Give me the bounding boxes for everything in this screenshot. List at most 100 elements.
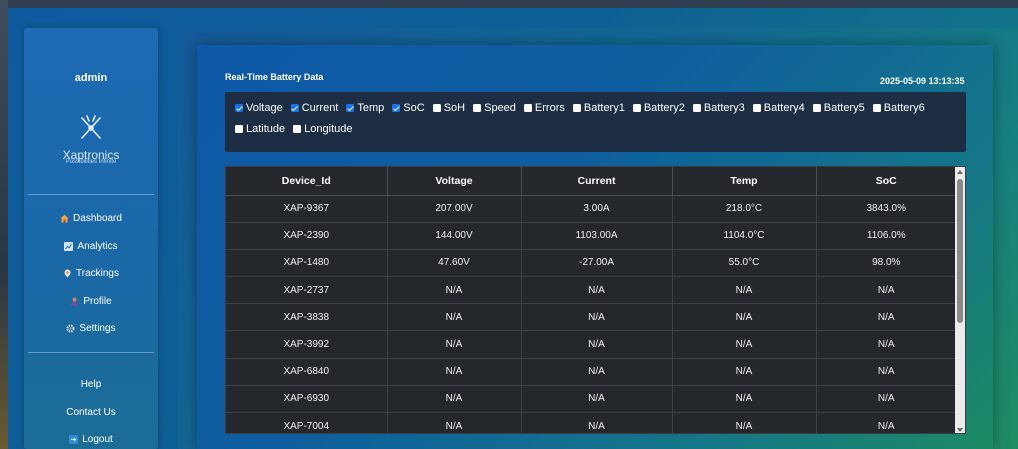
- sidebar: admin Xaptronics Possibilities Infinite …: [24, 28, 158, 449]
- sidebar-item-trackings[interactable]: Trackings: [24, 260, 158, 288]
- filter-checkbox-soc[interactable]: SoC: [392, 102, 425, 114]
- checkbox-unchecked-icon[interactable]: [872, 104, 881, 112]
- table-cell-temp: 218.0°C: [672, 195, 817, 223]
- checkbox-unchecked-icon[interactable]: [293, 125, 302, 133]
- table-cell-temp: N/A: [672, 330, 817, 359]
- column-header-current: Current: [521, 167, 673, 196]
- table-cell-temp: N/A: [672, 358, 817, 386]
- table-cell-soc: 3843.0%: [816, 195, 956, 223]
- filter-label: Battery2: [643, 102, 685, 114]
- filter-checkbox-battery6[interactable]: Battery6: [872, 102, 925, 114]
- table-cell-current: N/A: [521, 385, 673, 414]
- table-cell-temp: 55.0°C: [672, 249, 817, 278]
- scroll-thumb[interactable]: [957, 179, 963, 323]
- sidebar-username: admin: [74, 72, 108, 84]
- table-cell-temp: 1104.0°C: [672, 222, 817, 250]
- sidebar-item-label: Trackings: [76, 268, 119, 280]
- table-cell-soc: N/A: [816, 330, 956, 359]
- table-cell-device-id: XAP-2737: [226, 276, 388, 305]
- filter-label: Current: [301, 102, 339, 114]
- sidebar-item-profile[interactable]: Profile: [24, 288, 158, 316]
- column-header-voltage: Voltage: [387, 167, 522, 196]
- home-icon: [60, 214, 69, 223]
- table-cell-current: N/A: [521, 330, 673, 359]
- sidebar-item-settings[interactable]: Settings: [24, 315, 158, 343]
- filter-label: Battery5: [823, 102, 865, 114]
- filter-label: Battery4: [763, 102, 805, 114]
- column-header-temp: Temp: [672, 167, 817, 196]
- filter-checkbox-current[interactable]: Current: [290, 102, 339, 114]
- table-cell-current: N/A: [521, 303, 673, 332]
- filter-checkbox-errors[interactable]: Errors: [523, 102, 565, 114]
- table-cell-voltage: 47.60V: [387, 249, 522, 278]
- table-scrollbar[interactable]: [955, 167, 965, 433]
- checkbox-checked-icon[interactable]: [392, 104, 401, 112]
- page-title: Real-Time Battery Data: [225, 72, 324, 82]
- checkbox-checked-icon[interactable]: [235, 104, 243, 112]
- filter-checkbox-voltage[interactable]: Voltage: [235, 102, 283, 114]
- help-label: Help: [80, 379, 102, 391]
- table-cell-current: N/A: [521, 276, 673, 305]
- table-cell-temp: N/A: [672, 385, 817, 414]
- contact-us-label: Contact Us: [66, 406, 116, 418]
- table-cell-current: 3.00A: [521, 195, 673, 223]
- checkbox-unchecked-icon[interactable]: [692, 104, 701, 112]
- table-cell-temp: N/A: [672, 276, 817, 305]
- checkbox-unchecked-icon[interactable]: [812, 104, 821, 112]
- checkbox-checked-icon[interactable]: [346, 104, 355, 112]
- brand-tagline: Possibilities Infinite: [65, 159, 117, 165]
- scroll-down-icon[interactable]: [957, 428, 963, 432]
- table-cell-soc: N/A: [816, 385, 956, 414]
- filter-label: SoC: [403, 102, 425, 114]
- checkbox-checked-icon[interactable]: [290, 104, 299, 112]
- checkbox-unchecked-icon[interactable]: [632, 104, 641, 112]
- filter-checkbox-speed[interactable]: Speed: [473, 102, 516, 114]
- table-cell-soc: N/A: [816, 276, 956, 305]
- sidebar-item-label: Dashboard: [73, 213, 122, 225]
- table-cell-soc: N/A: [816, 303, 956, 332]
- filter-row: Voltage Current Temp SoC SoH Speed Errors Batte…: [235, 102, 933, 114]
- sidebar-item-dashboard[interactable]: Dashboard: [24, 205, 158, 233]
- table-row: XAP-9367 207.00V 3.00A 218.0°C 3843.0%: [226, 195, 956, 223]
- sidebar-item-analytics[interactable]: Analytics: [24, 233, 158, 261]
- checkbox-unchecked-icon[interactable]: [523, 104, 532, 112]
- data-table-container: Device_Id Voltage Current Temp SoC XAP-9367 2…: [225, 166, 966, 434]
- checkbox-unchecked-icon[interactable]: [432, 104, 441, 112]
- filter-checkbox-soh[interactable]: SoH: [432, 102, 466, 114]
- filter-label: SoH: [443, 102, 466, 114]
- filter-checkbox-temp[interactable]: Temp: [346, 102, 384, 114]
- checkbox-unchecked-icon[interactable]: [473, 104, 482, 112]
- sidebar-item-label: Profile: [83, 295, 112, 307]
- sidebar-divider: [28, 352, 154, 353]
- window-frame-top: [0, 0, 1018, 8]
- filter-checkbox-latitude[interactable]: Latitude: [235, 123, 285, 135]
- filter-checkbox-battery5[interactable]: Battery5: [812, 102, 865, 114]
- table-row: XAP-2737 N/A N/A N/A N/A: [226, 276, 956, 305]
- filter-checkbox-battery1[interactable]: Battery1: [572, 102, 625, 114]
- table-cell-device-id: XAP-3838: [226, 303, 388, 332]
- help-link[interactable]: Help: [24, 371, 158, 399]
- checkbox-unchecked-icon[interactable]: [752, 104, 761, 112]
- table-cell-temp: N/A: [672, 303, 817, 332]
- table-cell-device-id: XAP-9367: [226, 195, 388, 223]
- logout-button[interactable]: Logout: [24, 426, 158, 449]
- filter-checkbox-longitude[interactable]: Longitude: [293, 123, 352, 135]
- filter-label: Errors: [534, 102, 565, 114]
- battery-data-table: Device_Id Voltage Current Temp SoC XAP-9367 2…: [226, 167, 956, 433]
- checkbox-unchecked-icon[interactable]: [235, 125, 243, 133]
- filter-label: Temp: [357, 102, 385, 114]
- table-cell-voltage: N/A: [387, 385, 522, 414]
- scroll-up-icon[interactable]: [957, 170, 963, 174]
- filter-panel: Voltage Current Temp SoC SoH Speed Errors Batte…: [225, 92, 966, 152]
- checkbox-unchecked-icon[interactable]: [572, 104, 581, 112]
- filter-checkbox-battery2[interactable]: Battery2: [632, 102, 685, 114]
- table-cell-current: -27.00A: [521, 249, 673, 278]
- filter-checkbox-battery4[interactable]: Battery4: [752, 102, 805, 114]
- table-cell-temp: N/A: [672, 412, 817, 433]
- filter-checkbox-battery3[interactable]: Battery3: [692, 102, 745, 114]
- table-cell-voltage: N/A: [387, 303, 522, 332]
- contact-us-link[interactable]: Contact Us: [24, 399, 158, 427]
- table-cell-voltage: 144.00V: [387, 222, 522, 250]
- logout-label: Logout: [82, 434, 113, 446]
- table-cell-device-id: XAP-7004: [226, 412, 388, 433]
